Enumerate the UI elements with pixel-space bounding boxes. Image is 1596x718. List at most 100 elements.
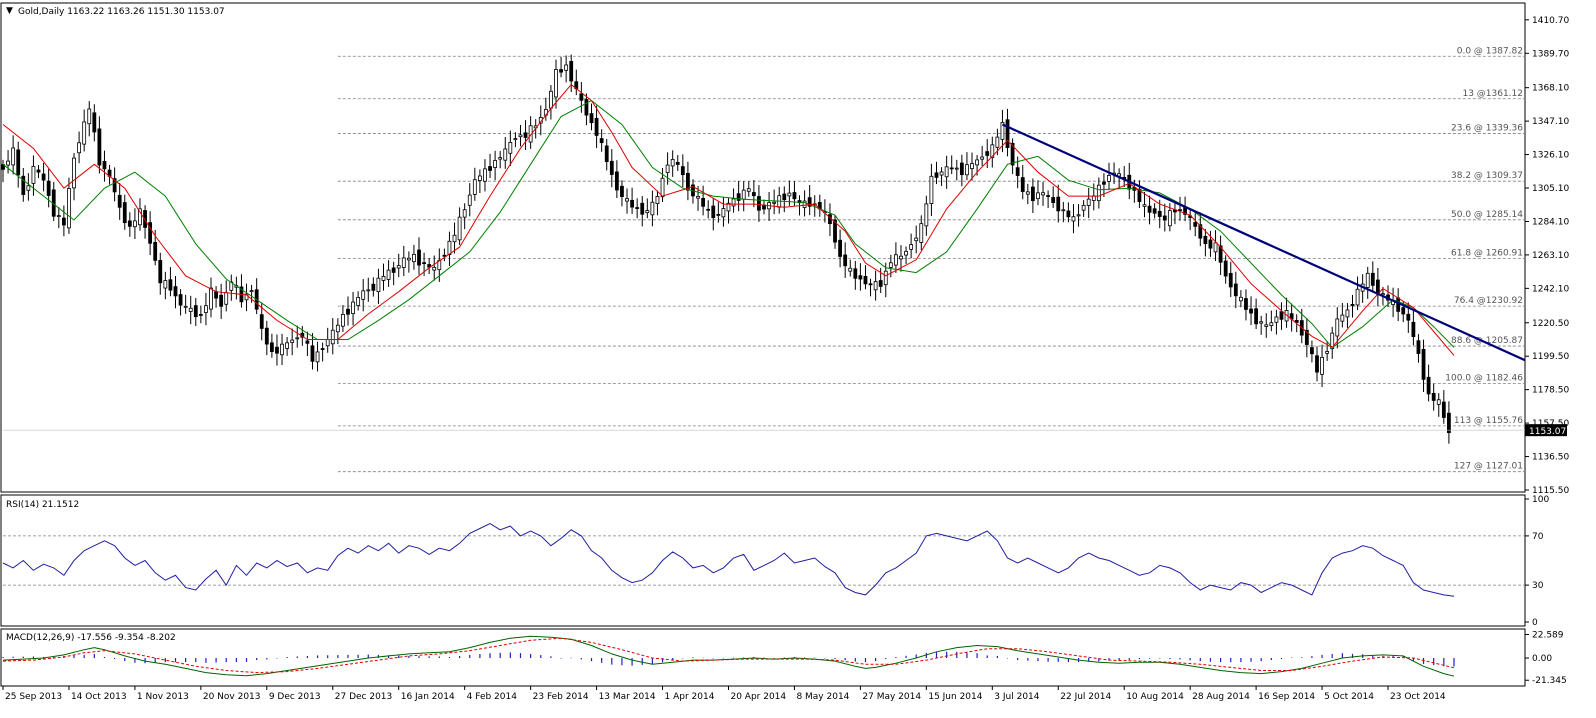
macd-histogram-bar — [1240, 658, 1242, 663]
candle-body — [1020, 177, 1025, 192]
macd-tick-label: -21.345 — [1532, 676, 1567, 686]
candle-body — [518, 134, 523, 138]
macd-histogram-bar — [763, 657, 765, 659]
candle-body — [1416, 340, 1421, 354]
rsi-tick-label: 70 — [1532, 532, 1544, 542]
date-tick-label: 16 Sep 2014 — [1258, 692, 1315, 702]
macd-histogram-bar — [1179, 658, 1181, 660]
candle-body — [1436, 399, 1441, 405]
macd-histogram-bar — [154, 658, 156, 663]
candle-body — [564, 64, 569, 71]
macd-histogram-bar — [245, 658, 248, 662]
macd-histogram-bar — [935, 651, 938, 659]
macd-histogram-bar — [215, 658, 217, 663]
price-tick-label: 1326.10 — [1532, 151, 1569, 161]
candle-body — [888, 262, 893, 268]
price-tick-label: 1178.50 — [1532, 386, 1569, 396]
date-tick-label: 9 Dec 2013 — [269, 692, 321, 702]
macd-histogram-bar — [641, 658, 643, 665]
candle-body — [188, 307, 193, 312]
macd-histogram-bar — [530, 653, 532, 659]
macd-histogram-bar — [22, 656, 24, 659]
candle-body — [467, 194, 472, 206]
candle-body — [650, 201, 655, 216]
macd-histogram-bar — [743, 657, 745, 659]
candle-body — [1355, 288, 1360, 306]
candle-body — [1447, 412, 1451, 434]
macd-histogram-bar — [32, 656, 35, 659]
candle-body — [985, 151, 990, 156]
macd-histogram-bar — [428, 656, 430, 659]
candle-body — [599, 138, 604, 144]
candle-body — [1066, 210, 1071, 218]
candle-body — [178, 294, 183, 306]
macd-histogram-bar — [1250, 658, 1252, 662]
candle-body — [680, 166, 685, 176]
candle-body — [1431, 392, 1436, 401]
date-tick-label: 1 Nov 2013 — [137, 692, 189, 702]
macd-histogram-bar — [1301, 657, 1303, 659]
candle-body — [614, 171, 619, 191]
price-tick-label: 1242.10 — [1532, 284, 1569, 294]
candle-body — [269, 342, 274, 352]
macd-histogram-bar — [773, 658, 775, 659]
macd-histogram-bar — [286, 656, 288, 659]
macd-histogram-bar — [651, 658, 653, 665]
macd-histogram-bar — [438, 656, 440, 659]
macd-histogram-bar — [398, 655, 400, 659]
candle-body — [498, 157, 503, 160]
macd-histogram-bar — [519, 653, 522, 659]
candle-body — [6, 160, 10, 166]
macd-histogram-bar — [266, 658, 268, 660]
candle-body — [1325, 351, 1330, 354]
candle-body — [422, 262, 426, 265]
macd-tick-label: 0.00 — [1532, 654, 1552, 664]
candle-body — [1213, 242, 1218, 253]
macd-histogram-bar — [93, 653, 95, 659]
candle-body — [1254, 308, 1259, 325]
candle-body — [462, 209, 467, 218]
candle-body — [731, 198, 736, 207]
candle-body — [56, 215, 61, 218]
candle-body — [1056, 196, 1061, 212]
candle-body — [412, 253, 416, 263]
macd-histogram-bar — [509, 652, 511, 659]
macd-histogram-bar — [560, 658, 562, 659]
candle-body — [635, 207, 640, 209]
candle-body — [949, 167, 954, 170]
candle-body — [1269, 322, 1274, 326]
candle-body — [1244, 298, 1248, 310]
candle-body — [1203, 235, 1208, 245]
candle-body — [706, 208, 711, 211]
resistance-trendline[interactable] — [1001, 123, 1526, 362]
candle-body — [1015, 167, 1020, 176]
macd-histogram-bar — [631, 658, 633, 666]
fib-level-label: 127 @ 1127.01 — [1454, 462, 1523, 472]
candle-body — [381, 275, 386, 281]
candle-body — [589, 113, 594, 124]
candle-body — [1228, 272, 1233, 288]
macd-histogram-bar — [590, 658, 593, 662]
candle-body — [954, 167, 959, 170]
candle-body — [843, 254, 848, 267]
macd-histogram-bar — [540, 655, 542, 659]
candle-body — [1178, 209, 1182, 212]
fib-level-label: 61.8 @ 1260.91 — [1451, 248, 1523, 258]
macd-histogram-bar — [712, 658, 714, 659]
candle-body — [1274, 316, 1279, 323]
rsi-title: RSI(14) 21.1512 — [6, 500, 79, 510]
candle-body — [868, 283, 873, 286]
candle-body — [655, 196, 660, 205]
macd-histogram-bar — [296, 656, 298, 659]
candle-body — [696, 195, 700, 199]
date-tick-label: 4 Feb 2014 — [467, 692, 518, 702]
date-tick-label: 10 Aug 2014 — [1126, 692, 1184, 702]
candle-body — [376, 277, 381, 293]
candle-body — [77, 142, 81, 154]
candle-body — [488, 166, 492, 171]
macd-histogram-bar — [357, 654, 359, 659]
fib-level-label: 13 @1361.12 — [1462, 89, 1523, 99]
dropdown-arrow-icon[interactable]: ▼ — [6, 6, 13, 16]
candle-body — [1157, 210, 1162, 217]
macd-histogram-bar — [306, 655, 308, 659]
